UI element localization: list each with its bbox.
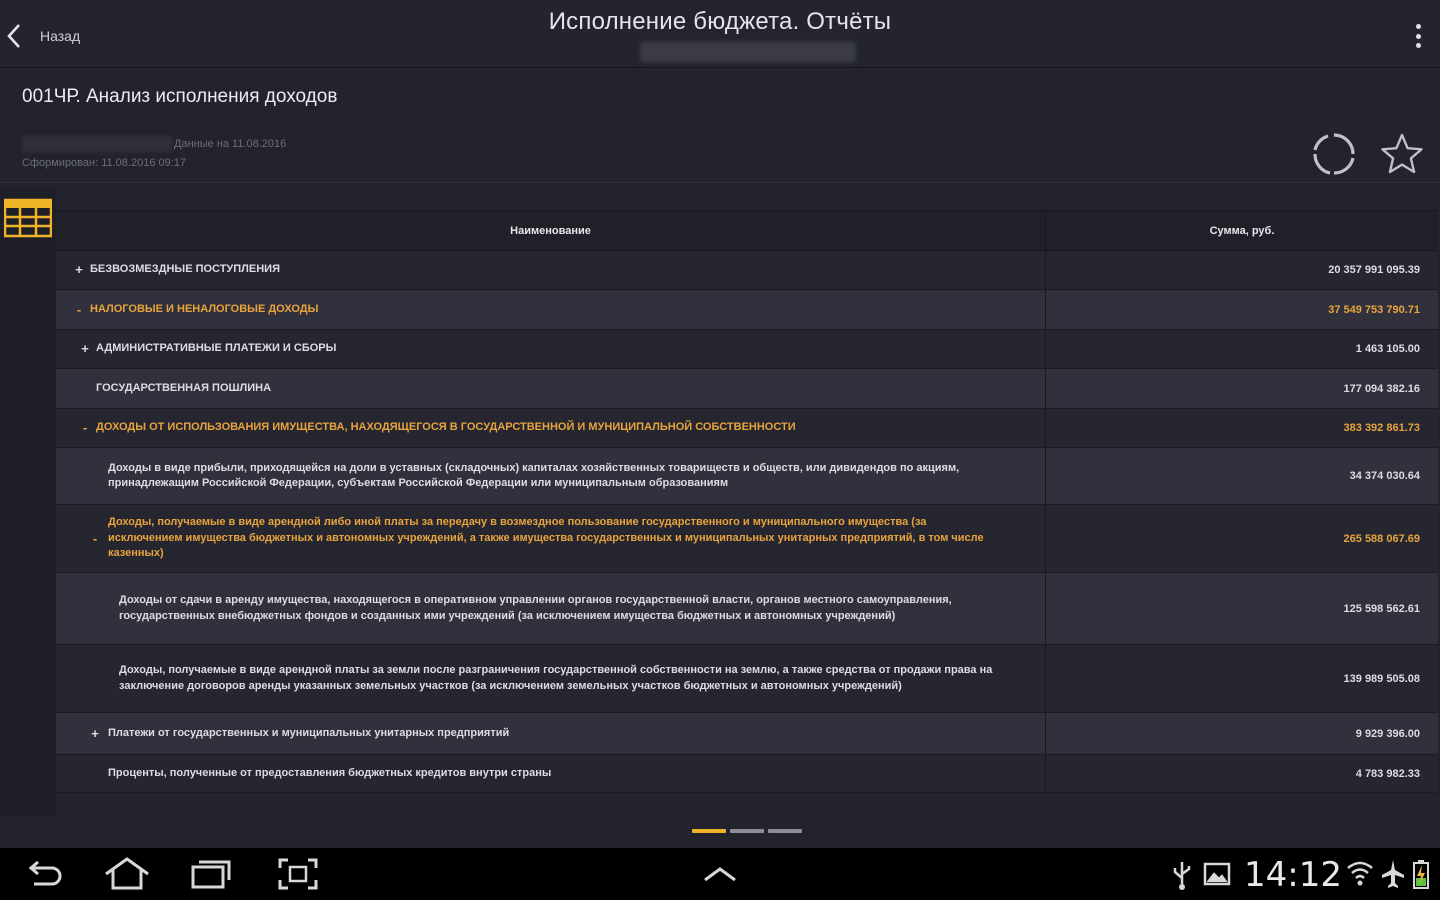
table-view-icon[interactable]	[3, 198, 53, 238]
row-sum: 125 598 562.61	[1343, 602, 1420, 615]
row-sum: 1 463 105.00	[1355, 343, 1420, 355]
row-sum: 139 989 505.08	[1343, 672, 1420, 685]
table-row[interactable]: - Доходы от использования имущества, нах…	[56, 409, 1438, 448]
row-sum: 4 783 982.33	[1355, 767, 1420, 780]
row-name: Налоговые и неналоговые доходы	[90, 302, 319, 315]
row-name: Доходы от сдачи в аренду имущества, нахо…	[119, 594, 952, 622]
row-name: Доходы в виде прибыли, приходящейся на д…	[108, 461, 960, 490]
table-row[interactable]: Доходы от сдачи в аренду имущества, нахо…	[56, 573, 1438, 645]
row-sum: 9 929 396.00	[1355, 727, 1420, 740]
table-row[interactable]: + Административные платежи и сборы 1 463…	[56, 330, 1438, 369]
table-header: Наименование Сумма, руб.	[56, 211, 1438, 251]
status-clock: 14:12	[1244, 855, 1342, 895]
left-panel	[0, 186, 56, 816]
recent-apps-icon[interactable]	[188, 856, 234, 892]
system-navigation-bar	[0, 848, 1440, 900]
table-row[interactable]: Проценты, полученные от предоставления б…	[56, 755, 1438, 793]
report-table: Наименование Сумма, руб. + Безвозмездные…	[56, 210, 1438, 793]
table-row[interactable]: + Безвозмездные поступления 20 357 991 0…	[56, 251, 1438, 290]
back-nav-icon[interactable]	[22, 856, 66, 892]
table-row[interactable]: - Налоговые и неналоговые доходы 37 549 …	[56, 290, 1438, 330]
row-name: Государственная пошлина	[96, 381, 272, 394]
generated-timestamp: Сформирован: 11.08.2016 09:17	[22, 157, 187, 169]
page-dot-active[interactable]	[692, 829, 726, 833]
row-name: Административные платежи и сборы	[96, 342, 337, 355]
row-sum: 37 549 753 790.71	[1328, 303, 1420, 316]
expand-icon[interactable]: +	[78, 341, 92, 357]
row-name: Доходы от использования имущества, наход…	[96, 421, 796, 434]
redacted-subtitle	[640, 42, 856, 62]
wifi-icon	[1347, 861, 1373, 886]
table-row[interactable]: Доходы, получаемые в виде арендной платы…	[56, 645, 1438, 713]
table-row[interactable]: + Платежи от государственных и муниципал…	[56, 713, 1438, 755]
header-name: Наименование	[56, 211, 1046, 250]
expand-icon[interactable]: +	[72, 262, 86, 278]
app-title: Исполнение бюджета. Отчёты	[548, 8, 892, 35]
row-name: Проценты, полученные от предоставления б…	[108, 766, 552, 779]
row-sum: 34 374 030.64	[1349, 470, 1420, 482]
table-row[interactable]: - Доходы, получаемые в виде арендной либ…	[56, 505, 1438, 573]
collapse-icon[interactable]: -	[78, 420, 92, 436]
airplane-mode-icon	[1382, 860, 1404, 888]
row-sum: 177 094 382.16	[1343, 382, 1420, 395]
table-row[interactable]: Доходы в виде прибыли, приходящейся на д…	[56, 448, 1438, 505]
collapse-icon[interactable]: -	[72, 302, 86, 318]
row-name: Доходы, получаемые в виде арендной платы…	[119, 664, 993, 692]
row-name: Безвозмездные поступления	[90, 263, 280, 276]
refresh-icon[interactable]	[1310, 130, 1358, 178]
data-date: Данные на 11.08.2016	[174, 138, 287, 150]
favorite-star-icon[interactable]	[1380, 132, 1424, 176]
page-dot[interactable]	[768, 829, 802, 833]
overflow-menu-icon[interactable]	[1410, 20, 1426, 52]
screenshot-icon[interactable]	[276, 856, 320, 892]
page-indicator	[692, 829, 802, 833]
page-dot[interactable]	[730, 829, 764, 833]
usb-icon	[1173, 862, 1191, 890]
row-sum: 383 392 861.73	[1343, 422, 1420, 434]
action-bar: Назад Исполнение бюджета. Отчёты	[0, 0, 1440, 68]
row-sum: 265 588 067.69	[1343, 532, 1420, 545]
row-sum: 20 357 991 095.39	[1328, 264, 1420, 276]
expand-icon[interactable]: +	[88, 726, 102, 742]
image-notification-icon	[1203, 862, 1231, 886]
chevron-up-icon[interactable]	[700, 856, 740, 892]
table-row[interactable]: Государственная пошлина 177 094 382.16	[56, 369, 1438, 409]
header-sum: Сумма, руб.	[1209, 224, 1275, 237]
report-title: 001ЧР. Анализ исполнения доходов	[22, 86, 338, 107]
redacted-meta	[22, 136, 172, 152]
row-name: Платежи от государственных и муниципальн…	[108, 726, 510, 739]
battery-charging-icon	[1413, 860, 1429, 889]
collapse-icon[interactable]: -	[88, 531, 102, 547]
home-nav-icon[interactable]	[102, 856, 152, 892]
row-name: Доходы, получаемые в виде арендной либо …	[108, 516, 984, 560]
divider	[0, 182, 1440, 183]
